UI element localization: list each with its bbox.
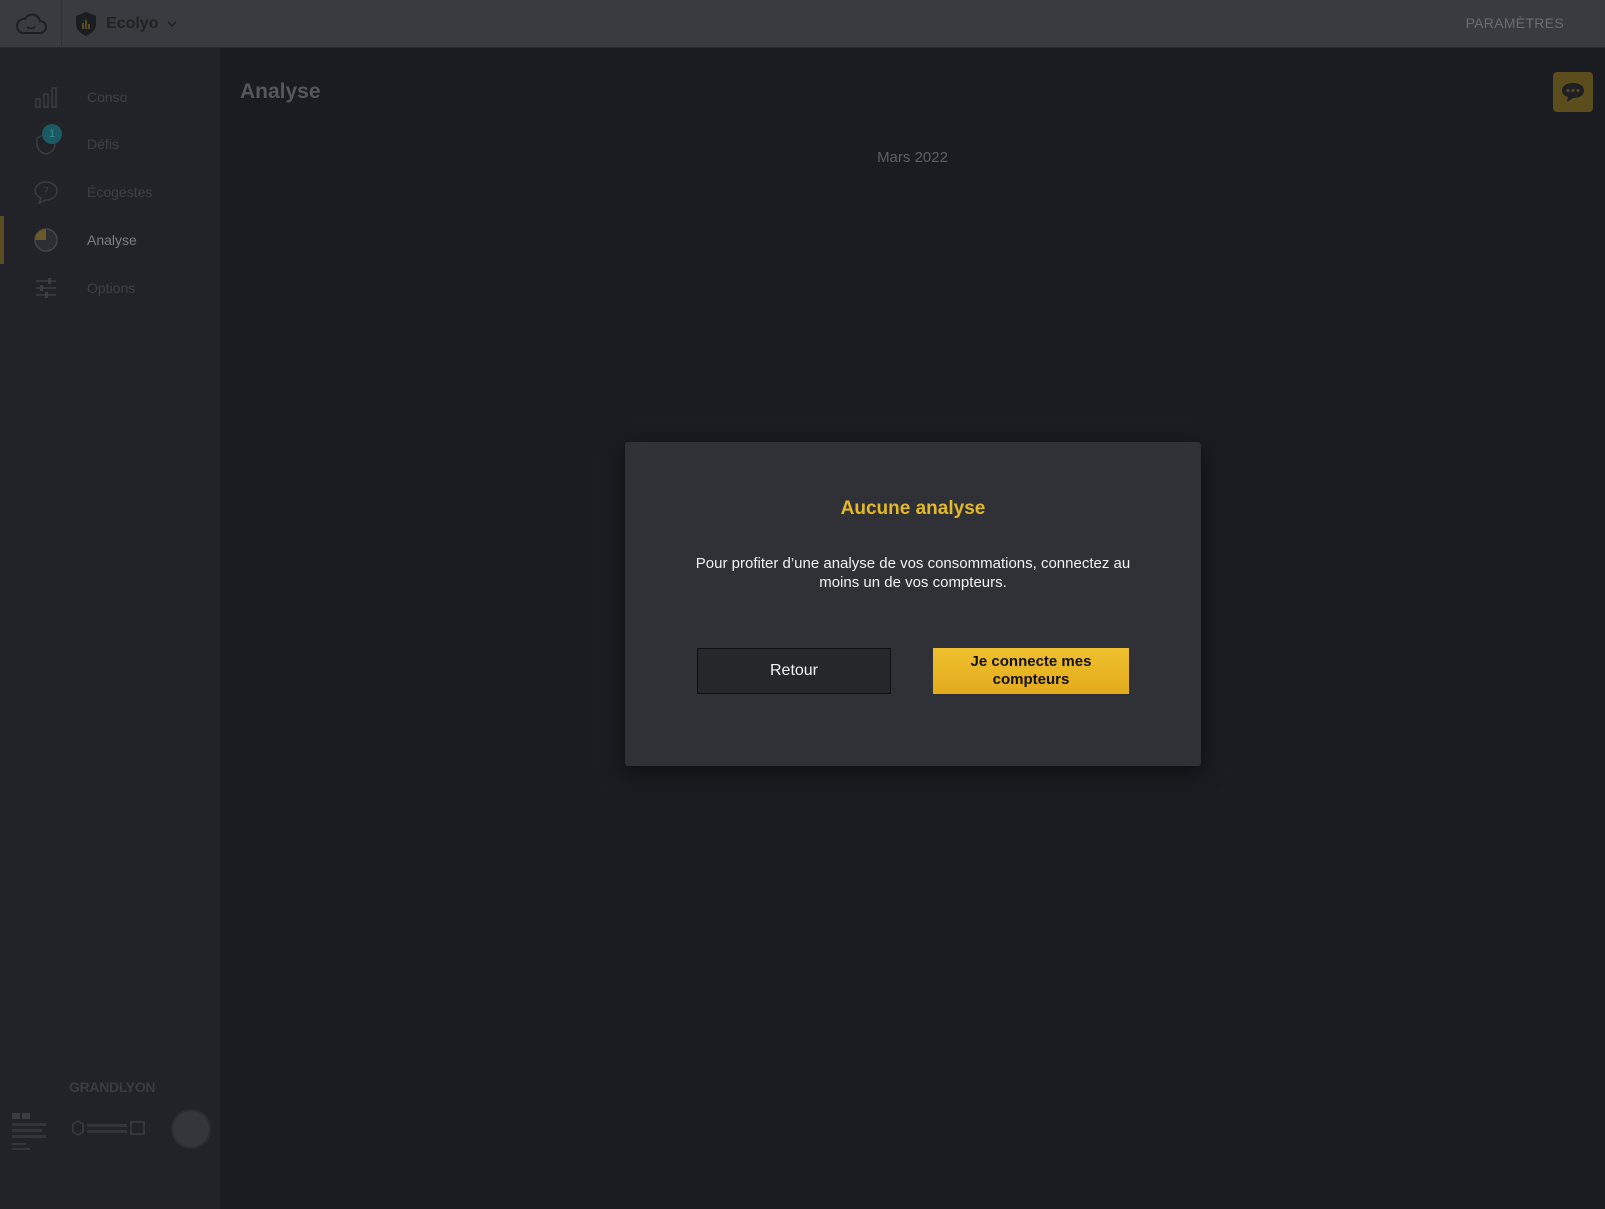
app-switcher[interactable]: Ecolyo xyxy=(74,11,178,37)
grandlyon-logo: GRANDLYON xyxy=(69,1079,156,1095)
ecolyo-logo-icon xyxy=(76,11,96,36)
connect-meters-button[interactable]: Je connecte mes compteurs xyxy=(933,648,1129,694)
feedback-button[interactable] xyxy=(1553,72,1593,112)
question-bubble-icon: ? xyxy=(32,178,60,206)
page-title: Analyse xyxy=(240,80,321,103)
back-button[interactable]: Retour xyxy=(697,648,891,694)
sidebar-item-options[interactable]: Options xyxy=(0,264,220,312)
sidebar: Conso Défis 1 ? Écogestes Analyse Option… xyxy=(0,48,220,1209)
sidebar-item-defis[interactable]: Défis xyxy=(0,120,220,168)
sidebar-item-ecogestes[interactable]: ? Écogestes xyxy=(0,168,220,216)
cloud-icon xyxy=(15,13,47,34)
no-analysis-modal: Aucune analyse Pour profiter d’une analy… xyxy=(625,442,1201,766)
sidebar-item-label: Écogestes xyxy=(87,184,153,200)
settings-link[interactable]: PARAMÈTRES xyxy=(1466,15,1564,31)
premier-ministre-logo-icon xyxy=(12,1113,46,1150)
modal-message: Pour profiter d’une analyse de vos conso… xyxy=(695,555,1131,591)
partner-logos: GRANDLYON xyxy=(0,1079,220,1209)
sliders-icon xyxy=(32,274,60,302)
sidebar-item-label: Défis xyxy=(87,136,119,152)
svg-text:?: ? xyxy=(43,185,49,198)
chat-bubble-icon xyxy=(1562,83,1584,102)
notification-badge: 1 xyxy=(42,124,62,144)
seal-logo xyxy=(171,1109,211,1149)
pie-chart-icon xyxy=(32,226,60,254)
app-name: Ecolyo xyxy=(106,14,159,32)
top-bar: Ecolyo PARAMÈTRES xyxy=(0,0,1605,48)
modal-title: Aucune analyse xyxy=(840,498,986,519)
analysis-period: Mars 2022 xyxy=(877,149,948,166)
bar-chart-icon xyxy=(32,83,60,111)
sidebar-item-analyse[interactable]: Analyse xyxy=(0,216,220,264)
cozy-home-button[interactable] xyxy=(0,0,62,48)
sidebar-item-label: Options xyxy=(87,280,136,296)
sidebar-item-label: Conso xyxy=(87,89,128,105)
sidebar-item-label: Analyse xyxy=(87,232,137,248)
anct-logo-icon xyxy=(72,1120,145,1136)
sidebar-item-conso[interactable]: Conso xyxy=(0,73,220,121)
chevron-down-icon xyxy=(167,20,177,27)
